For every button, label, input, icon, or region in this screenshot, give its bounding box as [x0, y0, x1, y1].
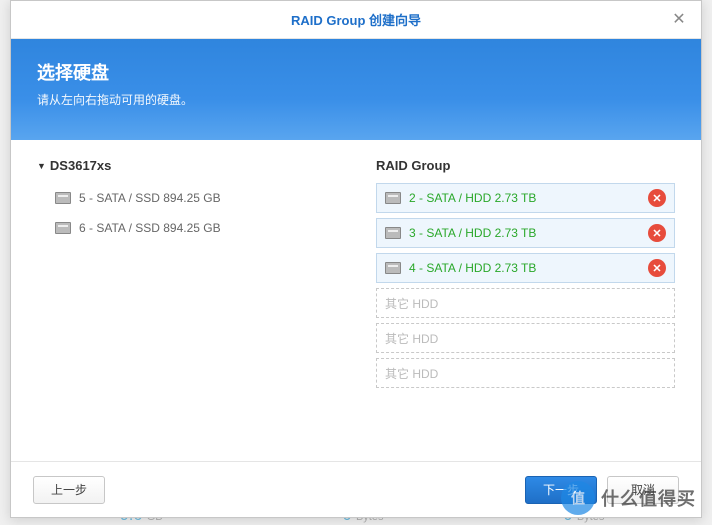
hero-subtext: 请从左向右拖动可用的硬盘。 [37, 91, 675, 108]
collapse-triangle-icon: ▼ [37, 161, 46, 171]
raid-slot-empty[interactable]: 其它 HDD [376, 323, 675, 353]
raid-group-header: RAID Group [376, 158, 675, 173]
prev-button[interactable]: 上一步 [33, 476, 105, 504]
raid-group-column: RAID Group 2 - SATA / HDD 2.73 TB✕3 - SA… [376, 158, 675, 461]
hero-panel: 选择硬盘 请从左向右拖动可用的硬盘。 [11, 39, 701, 140]
raid-slot-filled[interactable]: 3 - SATA / HDD 2.73 TB ✕ [376, 218, 675, 248]
close-icon[interactable]: ✕ [669, 9, 689, 29]
slot-placeholder: 其它 HDD [385, 295, 438, 312]
slot-placeholder: 其它 HDD [385, 330, 438, 347]
available-disk-item[interactable]: 6 - SATA / SSD 894.25 GB [37, 213, 336, 243]
disk-icon [385, 227, 401, 239]
available-disks-column: ▼ DS3617xs 5 - SATA / SSD 894.25 GB 6 - S… [37, 158, 336, 461]
raid-slot-filled[interactable]: 2 - SATA / HDD 2.73 TB ✕ [376, 183, 675, 213]
dialog-footer: 上一步 下一步 取消 [11, 461, 701, 517]
dialog-titlebar: RAID Group 创建向导 ✕ [11, 1, 701, 39]
disk-icon [385, 262, 401, 274]
next-button[interactable]: 下一步 [525, 476, 597, 504]
disk-label: 3 - SATA / HDD 2.73 TB [409, 226, 536, 240]
remove-disk-icon[interactable]: ✕ [648, 189, 666, 207]
cancel-button[interactable]: 取消 [607, 476, 679, 504]
disk-label: 2 - SATA / HDD 2.73 TB [409, 191, 536, 205]
dialog-title: RAID Group 创建向导 [291, 10, 421, 29]
raid-slot-empty[interactable]: 其它 HDD [376, 358, 675, 388]
disk-icon [55, 192, 71, 204]
remove-disk-icon[interactable]: ✕ [648, 224, 666, 242]
disk-icon [385, 192, 401, 204]
body: ▼ DS3617xs 5 - SATA / SSD 894.25 GB 6 - S… [11, 140, 701, 461]
hero-heading: 选择硬盘 [37, 59, 675, 85]
available-disks-header[interactable]: ▼ DS3617xs [37, 158, 336, 173]
raid-group-list: 2 - SATA / HDD 2.73 TB✕3 - SATA / HDD 2.… [376, 183, 675, 388]
slot-placeholder: 其它 HDD [385, 365, 438, 382]
available-disks-list: 5 - SATA / SSD 894.25 GB 6 - SATA / SSD 8… [37, 183, 336, 243]
disk-label: 4 - SATA / HDD 2.73 TB [409, 261, 536, 275]
disk-label: 5 - SATA / SSD 894.25 GB [79, 191, 221, 205]
raid-wizard-dialog: RAID Group 创建向导 ✕ 选择硬盘 请从左向右拖动可用的硬盘。 ▼ D… [10, 0, 702, 518]
raid-slot-empty[interactable]: 其它 HDD [376, 288, 675, 318]
disk-icon [55, 222, 71, 234]
remove-disk-icon[interactable]: ✕ [648, 259, 666, 277]
disk-label: 6 - SATA / SSD 894.25 GB [79, 221, 221, 235]
raid-slot-filled[interactable]: 4 - SATA / HDD 2.73 TB ✕ [376, 253, 675, 283]
available-disk-item[interactable]: 5 - SATA / SSD 894.25 GB [37, 183, 336, 213]
